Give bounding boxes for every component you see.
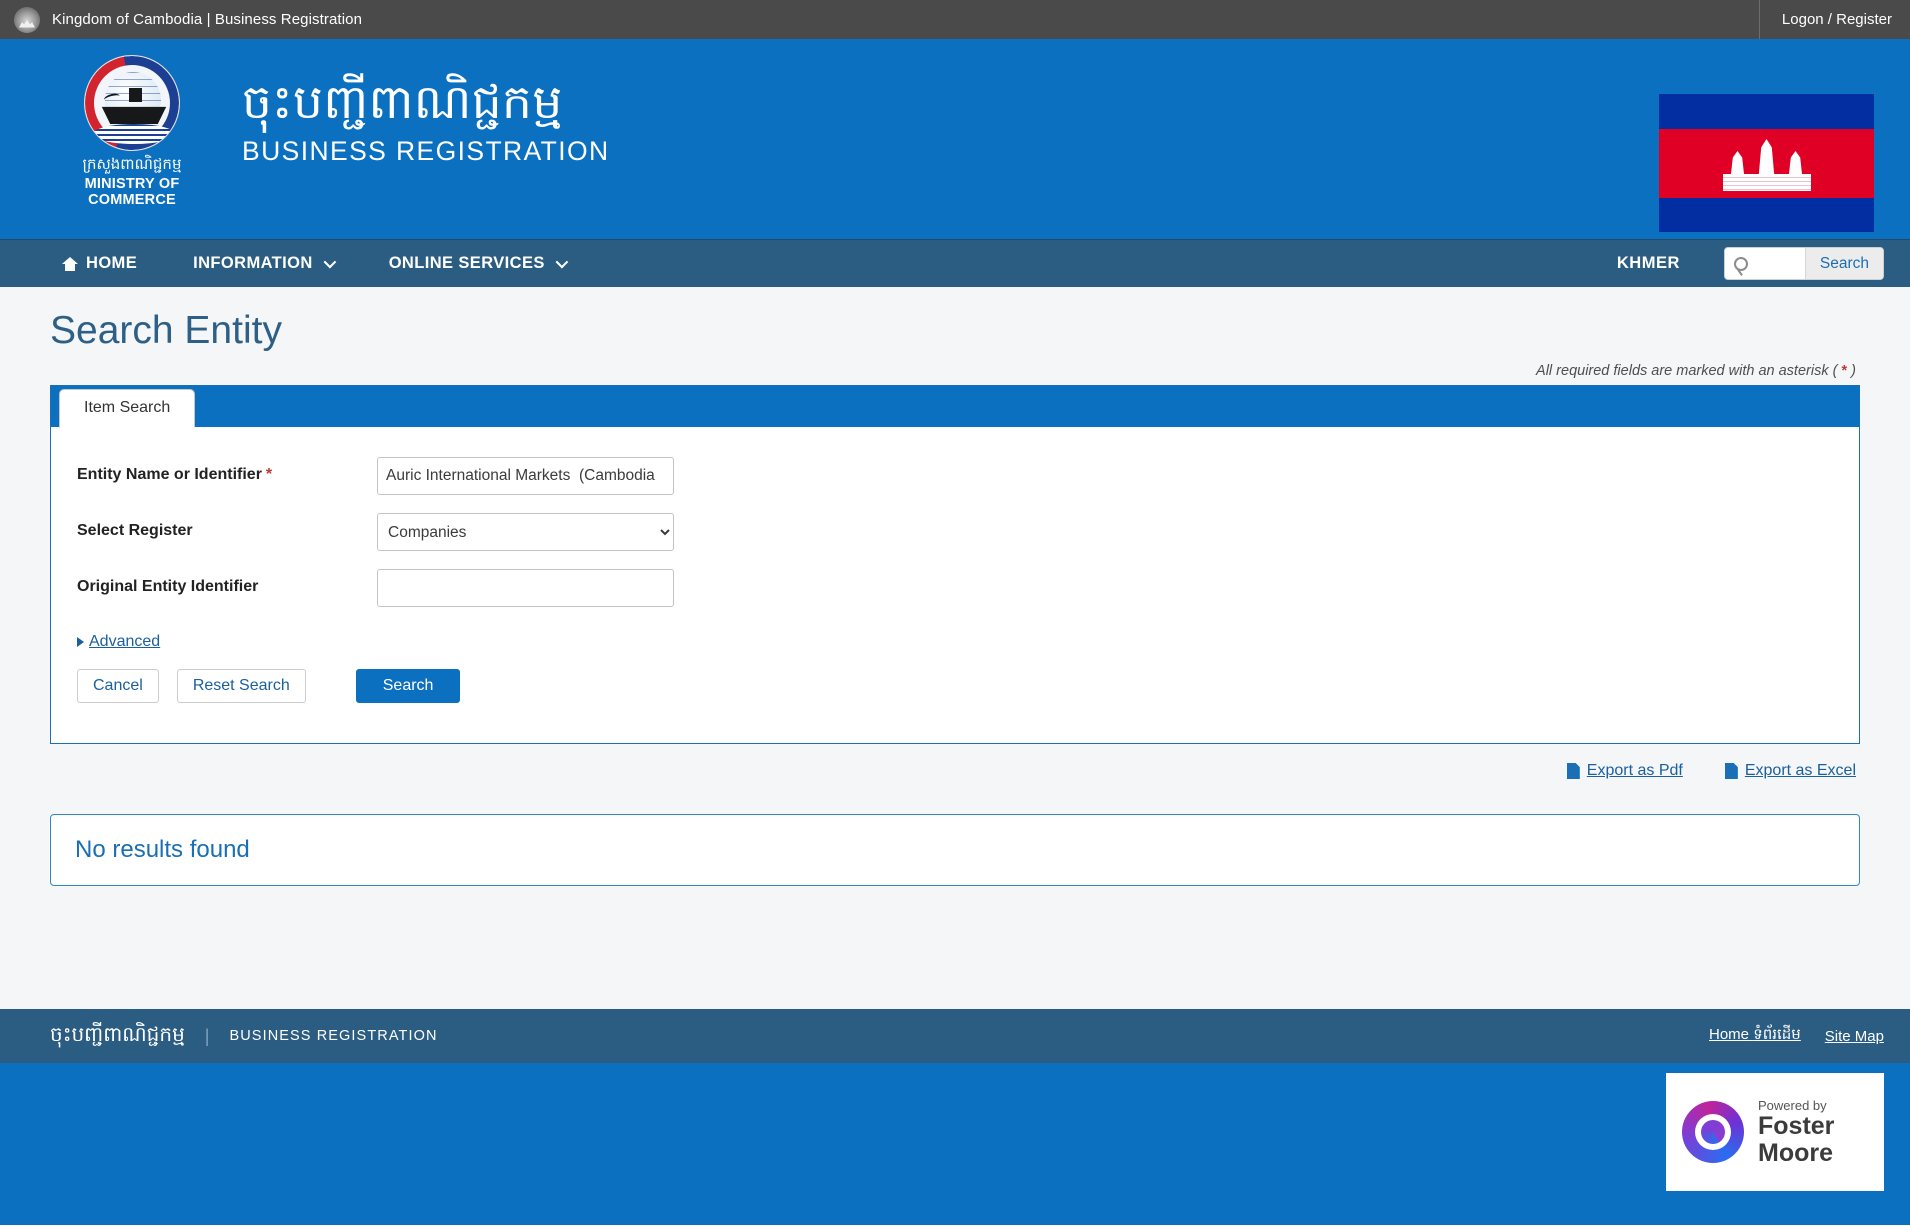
topbar-brand: Kingdom of Cambodia | Business Registrat… <box>0 6 363 33</box>
site-title-english: BUSINESS REGISTRATION <box>242 135 610 166</box>
page-title: Search Entity <box>50 309 282 352</box>
foster-moore-name-line2: Moore <box>1758 1138 1833 1167</box>
language-switch-khmer[interactable]: KHMER <box>1617 254 1680 273</box>
page-content: Search Entity All required fields are ma… <box>0 287 1910 1009</box>
footer-link-home-label-khmer: ទំព័រដើម <box>1753 1026 1801 1043</box>
reset-search-button[interactable]: Reset Search <box>176 669 306 703</box>
topbar-divider <box>1758 0 1760 39</box>
main-navigation: HOME INFORMATION ONLINE SERVICES KHMER S… <box>0 239 1910 287</box>
required-note-asterisk: * <box>1841 363 1848 379</box>
footer-links: Home ទំព័រដើម Site Map <box>1709 1025 1884 1047</box>
tab-strip: Item Search <box>50 385 1860 428</box>
advanced-toggle-link[interactable]: Advanced <box>89 633 160 650</box>
foster-moore-name-line1: Foster <box>1758 1111 1835 1140</box>
search-form: Entity Name or Identifier* Select Regist… <box>51 427 1859 743</box>
tab-item-search[interactable]: Item Search <box>59 389 196 428</box>
footer-brand: ចុះបញ្ជីពាណិជ្ជកម្ម | BUSINESS REGISTRAT… <box>50 1021 438 1051</box>
logon-register-link[interactable]: Logon / Register <box>1782 11 1892 28</box>
field-row-entity-name: Entity Name or Identifier * <box>77 457 1859 495</box>
site-search-input[interactable] <box>1724 248 1805 279</box>
topbar-account-area: Logon / Register <box>1758 0 1910 39</box>
site-title-khmer: ចុះបញ្ជីពាណិជ្ជកម្ម <box>242 75 563 128</box>
site-search: Search <box>1723 247 1884 280</box>
nav-item-information[interactable]: INFORMATION <box>193 254 336 273</box>
top-utility-bar: Kingdom of Cambodia | Business Registrat… <box>0 0 1910 39</box>
required-asterisk: * <box>265 466 273 483</box>
nav-item-online-services-label: ONLINE SERVICES <box>388 254 545 272</box>
chevron-down-icon <box>323 255 336 269</box>
required-note-suffix: ) <box>1851 363 1856 379</box>
export-as-pdf-label: Export as Pdf <box>1586 762 1683 779</box>
triangle-right-icon <box>77 636 84 647</box>
original-entity-identifier-input[interactable] <box>377 569 674 607</box>
site-footer: ចុះបញ្ជីពាណិជ្ជកម្ម | BUSINESS REGISTRAT… <box>0 1009 1910 1063</box>
entity-name-or-identifier-input[interactable] <box>377 457 674 495</box>
search-panel: Entity Name or Identifier* Select Regist… <box>50 427 1860 744</box>
field-row-original-entity-identifier: Original Entity Identifier <box>77 569 1859 607</box>
footer-link-sitemap[interactable]: Site Map <box>1825 1028 1884 1045</box>
site-search-button[interactable]: Search <box>1804 248 1883 279</box>
export-as-excel-label: Export as Excel <box>1744 762 1856 779</box>
powered-by-label: Powered by <box>1758 1097 1827 1113</box>
foster-moore-logo-icon <box>1682 1101 1744 1163</box>
home-icon <box>62 256 78 271</box>
nav-item-online-services[interactable]: ONLINE SERVICES <box>388 254 569 273</box>
search-button[interactable]: Search <box>355 669 461 703</box>
advanced-toggle-row: Advanced <box>77 633 1859 651</box>
nav-item-information-label: INFORMATION <box>193 254 313 272</box>
field-label-original-entity-identifier: Original Entity Identifier <box>77 578 259 595</box>
select-register-dropdown[interactable]: Companies <box>377 513 674 551</box>
export-as-pdf-link[interactable]: Export as Pdf <box>1566 762 1683 780</box>
footer-divider: | <box>204 1025 210 1046</box>
field-label-select-register: Select Register <box>77 522 193 539</box>
form-button-row: Cancel Reset Search Search <box>77 669 1859 703</box>
required-fields-note: All required fields are marked with an a… <box>50 363 1860 385</box>
powered-by-area: Powered by Foster Moore <box>0 1063 1910 1225</box>
field-label-entity-name: Entity Name or Identifier * <box>77 457 377 484</box>
field-row-select-register: Select Register Companies <box>77 513 1859 551</box>
angkor-wat-icon <box>1722 135 1811 191</box>
topbar-title: Kingdom of Cambodia | Business Registrat… <box>52 11 363 28</box>
footer-title-english: BUSINESS REGISTRATION <box>229 1028 438 1044</box>
footer-link-home[interactable]: Home ទំព័រដើម <box>1709 1025 1801 1047</box>
file-icon <box>1724 763 1738 779</box>
cambodia-flag-icon <box>1659 94 1874 232</box>
cambodia-crest-icon <box>14 6 40 33</box>
chevron-down-icon <box>555 255 569 269</box>
results-container: No results found <box>50 814 1860 886</box>
ministry-name-khmer: ក្រសួងពាណិជ្ជកម្ម <box>82 156 182 173</box>
footer-title-khmer: ចុះបញ្ជីពាណិជ្ជកម្ម <box>50 1024 185 1046</box>
required-note-prefix: All required fields are marked with an a… <box>1536 363 1838 379</box>
ministry-emblem-icon <box>84 55 180 151</box>
foster-moore-badge: Powered by Foster Moore <box>1666 1073 1884 1191</box>
file-icon <box>1566 763 1580 779</box>
no-results-message: No results found <box>75 836 250 863</box>
ministry-logo[interactable]: ក្រសួងពាណិជ្ជកម្ម MINISTRY OF COMMERCE <box>78 55 186 208</box>
export-links-row: Export as Pdf Export as Excel <box>50 744 1860 794</box>
nav-item-home[interactable]: HOME <box>62 254 137 273</box>
site-masthead: ក្រសួងពាណិជ្ជកម្ម MINISTRY OF COMMERCE ច… <box>0 39 1910 239</box>
cancel-button[interactable]: Cancel <box>77 669 159 703</box>
nav-item-home-label: HOME <box>86 254 138 272</box>
ministry-name-english: MINISTRY OF COMMERCE <box>84 175 180 208</box>
export-as-excel-link[interactable]: Export as Excel <box>1724 762 1856 780</box>
site-title-block: ចុះបញ្ជីពាណិជ្ជកម្ម BUSINESS REGISTRATIO… <box>242 55 610 167</box>
footer-link-home-label: Home <box>1709 1026 1750 1043</box>
field-label-entity-name-text: Entity Name or Identifier <box>77 466 262 483</box>
